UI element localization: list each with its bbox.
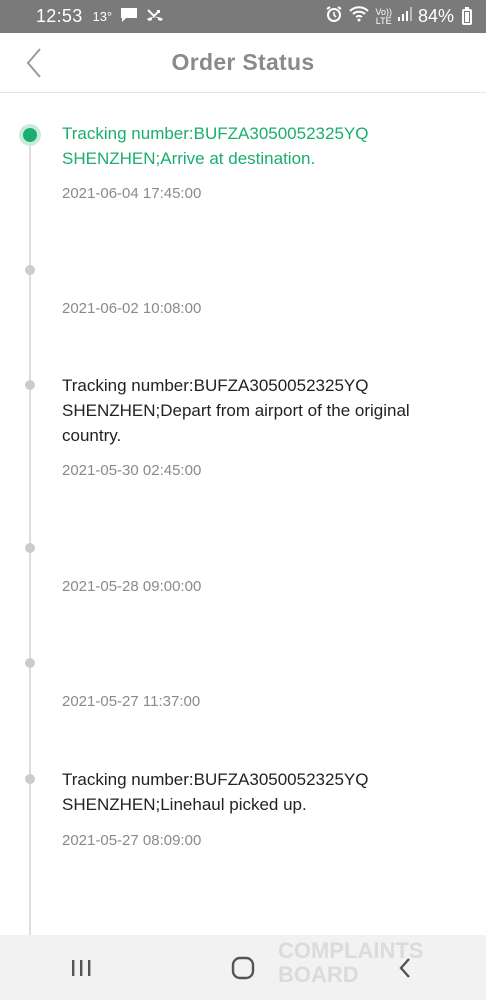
timeline-text-line2: SHENZHEN;Depart from airport of the orig…	[62, 401, 410, 445]
timeline-dot	[25, 543, 35, 553]
timeline-dot-active	[23, 128, 37, 142]
status-time: 12:53	[36, 6, 83, 26]
timeline-text-line1: Tracking number:BUFZA3050052325YQ	[62, 376, 369, 395]
timeline-text: Tracking number:BUFZA3050052325YQ SHENZH…	[62, 373, 462, 448]
timeline-time: 2021-06-02 10:08:00	[62, 300, 202, 317]
missed-call-icon	[146, 7, 164, 27]
battery-percent: 84%	[417, 6, 454, 26]
home-button[interactable]	[213, 943, 273, 993]
timeline-text-line2: SHENZHEN;Linehaul picked up.	[62, 795, 307, 814]
battery-icon	[462, 6, 472, 25]
timeline-text-line1: Tracking number:BUFZA3050052325YQ	[62, 124, 369, 143]
status-temperature: 13°	[92, 9, 113, 24]
timeline-time: 2021-06-04 17:45:00	[62, 185, 202, 202]
alarm-icon	[325, 5, 343, 28]
wifi-icon	[349, 6, 370, 27]
timeline-text: Tracking number:BUFZA3050052325YQ SHENZH…	[62, 121, 462, 171]
back-icon	[399, 957, 410, 978]
timeline-time: 2021-05-28 09:00:00	[62, 578, 202, 595]
timeline-dot	[25, 774, 35, 784]
recent-apps-icon	[72, 959, 91, 976]
signal-icon	[397, 6, 412, 27]
system-back-button[interactable]	[375, 943, 435, 993]
timeline-line	[29, 135, 31, 935]
order-timeline: Tracking number:BUFZA3050052325YQ SHENZH…	[0, 93, 486, 935]
timeline-text: Tracking number:BUFZA3050052325YQ SHENZH…	[62, 767, 462, 817]
status-right-group: Vo)) LTE 84%	[325, 5, 472, 28]
chevron-left-icon	[26, 48, 41, 78]
timeline-text-line1: Tracking number:BUFZA3050052325YQ	[62, 770, 369, 789]
timeline-time: 2021-05-30 02:45:00	[62, 462, 202, 479]
recent-apps-button[interactable]	[51, 943, 111, 993]
page-title: Order Status	[171, 49, 315, 75]
timeline-time: 2021-05-27 08:09:00	[62, 832, 202, 849]
timeline-dot	[25, 265, 35, 275]
timeline-dot	[25, 380, 35, 390]
system-nav-bar	[0, 935, 486, 1000]
home-icon	[231, 956, 255, 979]
volte-bottom-label: LTE	[375, 15, 392, 26]
message-icon	[120, 7, 138, 27]
app-header: Order Status	[0, 33, 486, 93]
timeline-time: 2021-05-27 11:37:00	[62, 693, 201, 710]
timeline-text-line2: SHENZHEN;Arrive at destination.	[62, 149, 316, 168]
volte-indicator: Vo)) LTE	[375, 7, 392, 26]
back-button[interactable]	[18, 45, 50, 81]
timeline-dot	[25, 658, 35, 668]
status-bar: 12:53 13° Vo)) LTE 84%	[0, 0, 486, 33]
